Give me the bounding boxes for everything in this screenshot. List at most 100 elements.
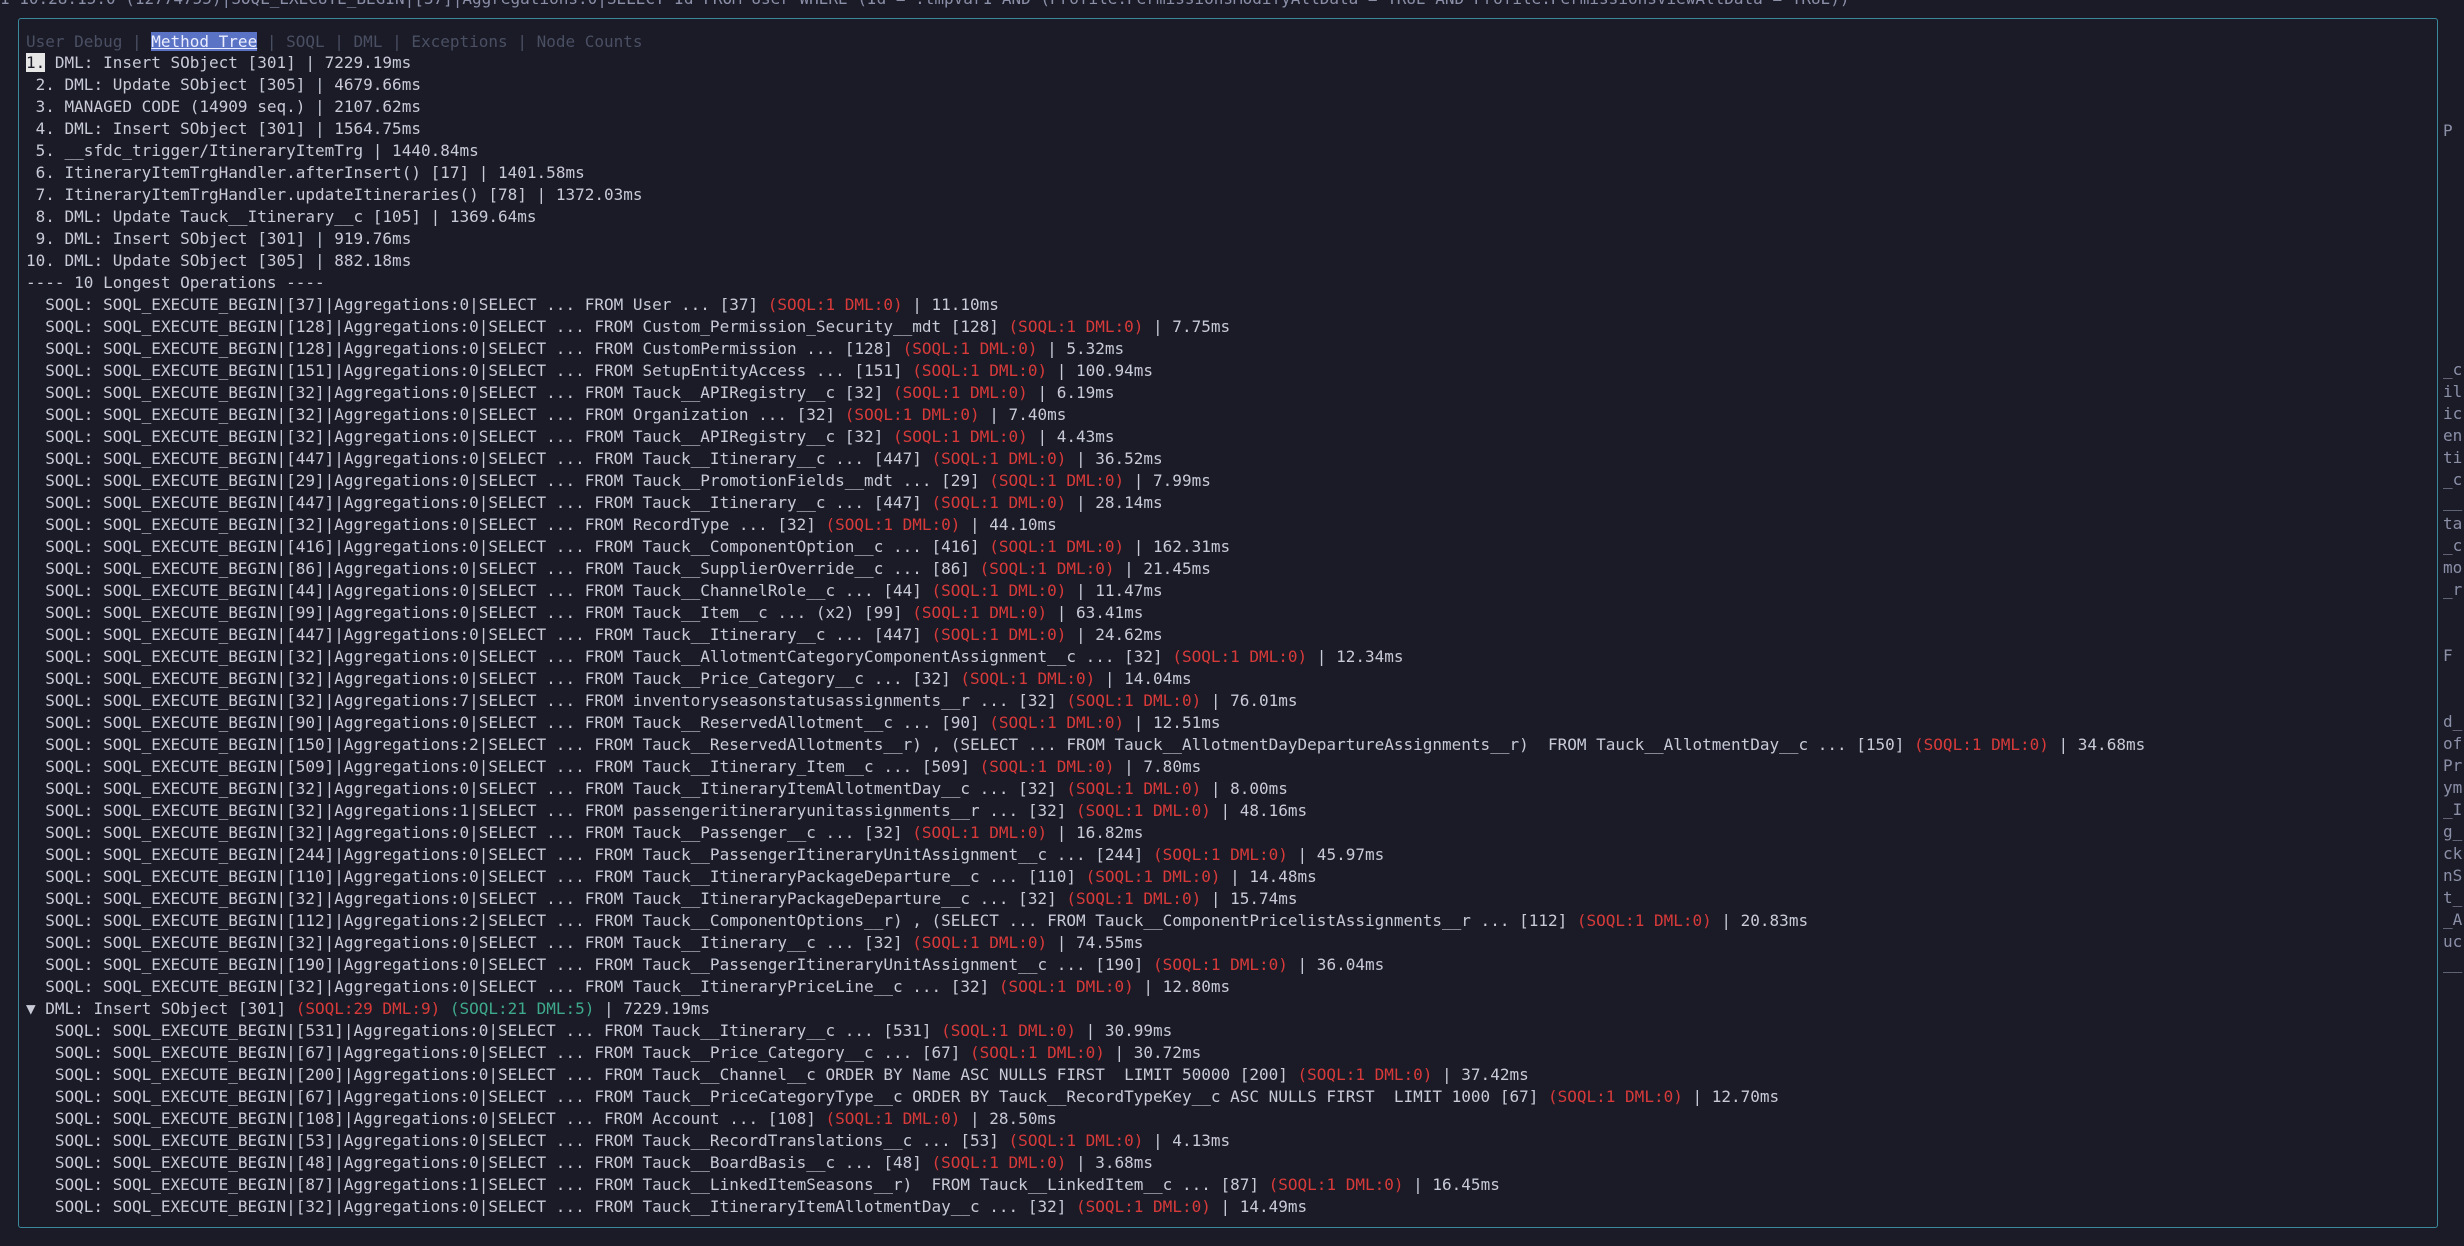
soql-line[interactable]: SOQL: SOQL_EXECUTE_BEGIN|[447]|Aggregati… xyxy=(26,624,2406,646)
soql-line[interactable]: SOQL: SOQL_EXECUTE_BEGIN|[32]|Aggregatio… xyxy=(26,382,2406,404)
child-soql-line[interactable]: SOQL: SOQL_EXECUTE_BEGIN|[87]|Aggregatio… xyxy=(26,1174,2406,1196)
tab-separator: | xyxy=(122,32,152,51)
soql-line[interactable]: SOQL: SOQL_EXECUTE_BEGIN|[32]|Aggregatio… xyxy=(26,426,2406,448)
longest-operation-item[interactable]: 8. DML: Update Tauck__Itinerary__c [105]… xyxy=(26,206,2406,228)
operation-label: DML: Update SObject [305] | 882.18ms xyxy=(54,251,412,270)
tab-user-debug[interactable]: User Debug xyxy=(26,32,122,51)
soql-query-text: SOQL: SOQL_EXECUTE_BEGIN|[99]|Aggregatio… xyxy=(26,603,913,622)
soql-line[interactable]: SOQL: SOQL_EXECUTE_BEGIN|[447]|Aggregati… xyxy=(26,448,2406,470)
clipped-text-fragment: _c xyxy=(2443,360,2463,379)
soql-query-text: SOQL: SOQL_EXECUTE_BEGIN|[32]|Aggregatio… xyxy=(26,405,845,424)
soql-line[interactable]: SOQL: SOQL_EXECUTE_BEGIN|[32]|Aggregatio… xyxy=(26,822,2406,844)
child-soql-line[interactable]: SOQL: SOQL_EXECUTE_BEGIN|[32]|Aggregatio… xyxy=(26,1196,2406,1218)
soql-line[interactable]: SOQL: SOQL_EXECUTE_BEGIN|[86]|Aggregatio… xyxy=(26,558,2406,580)
soql-line[interactable]: SOQL: SOQL_EXECUTE_BEGIN|[112]|Aggregati… xyxy=(26,910,2406,932)
soql-line[interactable]: SOQL: SOQL_EXECUTE_BEGIN|[37]|Aggregatio… xyxy=(26,294,2406,316)
soql-count-badge: (SOQL:1 DML:0) xyxy=(1268,1175,1404,1194)
operation-label: DML: Insert SObject [301] | 7229.19ms xyxy=(45,53,412,72)
clipped-text-fragment: mo xyxy=(2443,558,2463,577)
soql-line[interactable]: SOQL: SOQL_EXECUTE_BEGIN|[90]|Aggregatio… xyxy=(26,712,2406,734)
soql-duration: | 45.97ms xyxy=(1287,845,1385,864)
soql-line[interactable]: SOQL: SOQL_EXECUTE_BEGIN|[29]|Aggregatio… xyxy=(26,470,2406,492)
soql-query-text: SOQL: SOQL_EXECUTE_BEGIN|[44]|Aggregatio… xyxy=(26,581,932,600)
longest-operation-item[interactable]: 2. DML: Update SObject [305] | 4679.66ms xyxy=(26,74,2406,96)
operation-number: 3. xyxy=(35,97,55,116)
soql-line[interactable]: SOQL: SOQL_EXECUTE_BEGIN|[128]|Aggregati… xyxy=(26,316,2406,338)
soql-line[interactable]: SOQL: SOQL_EXECUTE_BEGIN|[32]|Aggregatio… xyxy=(26,888,2406,910)
soql-count-badge: (SOQL:1 DML:0) xyxy=(1153,955,1288,974)
child-soql-line[interactable]: SOQL: SOQL_EXECUTE_BEGIN|[531]|Aggregati… xyxy=(26,1020,2406,1042)
tab-node-counts[interactable]: Node Counts xyxy=(537,32,643,51)
child-soql-line[interactable]: SOQL: SOQL_EXECUTE_BEGIN|[67]|Aggregatio… xyxy=(26,1086,2406,1108)
soql-line[interactable]: SOQL: SOQL_EXECUTE_BEGIN|[447]|Aggregati… xyxy=(26,492,2406,514)
soql-count-badge: (SOQL:1 DML:0) xyxy=(1075,801,1211,820)
soql-duration: | 76.01ms xyxy=(1201,691,1298,710)
soql-line[interactable]: SOQL: SOQL_EXECUTE_BEGIN|[128]|Aggregati… xyxy=(26,338,2406,360)
soql-query-text: SOQL: SOQL_EXECUTE_BEGIN|[86]|Aggregatio… xyxy=(26,559,980,578)
clipped-text-fragment: il xyxy=(2443,382,2463,401)
longest-operation-item[interactable]: 10. DML: Update SObject [305] | 882.18ms xyxy=(26,250,2406,272)
soql-line[interactable]: SOQL: SOQL_EXECUTE_BEGIN|[32]|Aggregatio… xyxy=(26,976,2406,998)
soql-query-text: SOQL: SOQL_EXECUTE_BEGIN|[447]|Aggregati… xyxy=(26,493,932,512)
child-soql-line[interactable]: SOQL: SOQL_EXECUTE_BEGIN|[48]|Aggregatio… xyxy=(26,1152,2406,1174)
soql-line[interactable]: SOQL: SOQL_EXECUTE_BEGIN|[416]|Aggregati… xyxy=(26,536,2406,558)
operation-number: 8. xyxy=(35,207,55,226)
longest-operation-item[interactable]: 3. MANAGED CODE (14909 seq.) | 2107.62ms xyxy=(26,96,2406,118)
soql-count-badge: (SOQL:1 DML:0) xyxy=(989,537,1125,556)
clipped-text-fragment: d_ xyxy=(2443,712,2463,731)
soql-line[interactable]: SOQL: SOQL_EXECUTE_BEGIN|[190]|Aggregati… xyxy=(26,954,2406,976)
operation-indent xyxy=(26,185,36,204)
tab-exceptions[interactable]: Exceptions xyxy=(411,32,507,51)
soql-line[interactable]: SOQL: SOQL_EXECUTE_BEGIN|[99]|Aggregatio… xyxy=(26,602,2406,624)
child-soql-line[interactable]: SOQL: SOQL_EXECUTE_BEGIN|[67]|Aggregatio… xyxy=(26,1042,2406,1064)
soql-query-text: SOQL: SOQL_EXECUTE_BEGIN|[53]|Aggregatio… xyxy=(26,1131,1009,1150)
soql-duration: | 21.45ms xyxy=(1114,559,1211,578)
soql-count-badge: (SOQL:1 DML:0) xyxy=(892,427,1028,446)
longest-operation-item[interactable]: 1. DML: Insert SObject [301] | 7229.19ms xyxy=(26,52,2406,74)
soql-duration: | 14.04ms xyxy=(1095,669,1192,688)
soql-line[interactable]: SOQL: SOQL_EXECUTE_BEGIN|[32]|Aggregatio… xyxy=(26,646,2406,668)
soql-line[interactable]: SOQL: SOQL_EXECUTE_BEGIN|[509]|Aggregati… xyxy=(26,756,2406,778)
child-soql-line[interactable]: SOQL: SOQL_EXECUTE_BEGIN|[53]|Aggregatio… xyxy=(26,1130,2406,1152)
expand-arrow-icon[interactable]: ▼ xyxy=(26,999,36,1018)
child-soql-line[interactable]: SOQL: SOQL_EXECUTE_BEGIN|[108]|Aggregati… xyxy=(26,1108,2406,1130)
soql-line[interactable]: SOQL: SOQL_EXECUTE_BEGIN|[244]|Aggregati… xyxy=(26,844,2406,866)
operation-indent xyxy=(26,119,36,138)
soql-duration: | 28.14ms xyxy=(1066,493,1163,512)
soql-count-badge: (SOQL:1 DML:0) xyxy=(931,581,1067,600)
soql-count-badge: (SOQL:1 DML:0) xyxy=(979,559,1115,578)
soql-query-text: SOQL: SOQL_EXECUTE_BEGIN|[416]|Aggregati… xyxy=(26,537,990,556)
longest-operation-item[interactable]: 9. DML: Insert SObject [301] | 919.76ms xyxy=(26,228,2406,250)
soql-count-badge: (SOQL:1 DML:0) xyxy=(1576,911,1712,930)
tab-method-tree[interactable]: Method Tree xyxy=(151,32,258,51)
longest-operation-item[interactable]: 7. ItineraryItemTrgHandler.updateItinera… xyxy=(26,184,2406,206)
soql-duration: | 8.00ms xyxy=(1201,779,1288,798)
soql-line[interactable]: SOQL: SOQL_EXECUTE_BEGIN|[32]|Aggregatio… xyxy=(26,404,2406,426)
child-soql-line[interactable]: SOQL: SOQL_EXECUTE_BEGIN|[200]|Aggregati… xyxy=(26,1064,2406,1086)
operation-number: 7. xyxy=(35,185,55,204)
tab-dml[interactable]: DML xyxy=(354,32,383,51)
soql-line[interactable]: SOQL: SOQL_EXECUTE_BEGIN|[32]|Aggregatio… xyxy=(26,514,2406,536)
soql-line[interactable]: SOQL: SOQL_EXECUTE_BEGIN|[110]|Aggregati… xyxy=(26,866,2406,888)
soql-line[interactable]: SOQL: SOQL_EXECUTE_BEGIN|[32]|Aggregatio… xyxy=(26,932,2406,954)
soql-line[interactable]: SOQL: SOQL_EXECUTE_BEGIN|[32]|Aggregatio… xyxy=(26,668,2406,690)
tab-separator: | xyxy=(507,32,537,51)
longest-operation-item[interactable]: 4. DML: Insert SObject [301] | 1564.75ms xyxy=(26,118,2406,140)
method-tree-view[interactable]: 1. DML: Insert SObject [301] | 7229.19ms… xyxy=(26,52,2406,1218)
soql-duration: | 4.13ms xyxy=(1143,1131,1231,1150)
soql-line[interactable]: SOQL: SOQL_EXECUTE_BEGIN|[151]|Aggregati… xyxy=(26,360,2406,382)
soql-query-text: SOQL: SOQL_EXECUTE_BEGIN|[32]|Aggregatio… xyxy=(26,1197,1076,1216)
soql-query-text: SOQL: SOQL_EXECUTE_BEGIN|[110]|Aggregati… xyxy=(26,867,1086,886)
longest-operation-item[interactable]: 5. __sfdc_trigger/ItineraryItemTrg | 144… xyxy=(26,140,2406,162)
soql-line[interactable]: SOQL: SOQL_EXECUTE_BEGIN|[150]|Aggregati… xyxy=(26,734,2406,756)
soql-line[interactable]: SOQL: SOQL_EXECUTE_BEGIN|[44]|Aggregatio… xyxy=(26,580,2406,602)
soql-duration: | 30.72ms xyxy=(1104,1043,1202,1062)
soql-query-text: SOQL: SOQL_EXECUTE_BEGIN|[128]|Aggregati… xyxy=(26,339,903,358)
soql-line[interactable]: SOQL: SOQL_EXECUTE_BEGIN|[32]|Aggregatio… xyxy=(26,800,2406,822)
longest-operation-item[interactable]: 6. ItineraryItemTrgHandler.afterInsert()… xyxy=(26,162,2406,184)
soql-count-badge: (SOQL:1 DML:0) xyxy=(825,515,961,534)
tree-node-dml-insert[interactable]: ▼ DML: Insert SObject [301] (SOQL:29 DML… xyxy=(26,998,2406,1020)
soql-line[interactable]: SOQL: SOQL_EXECUTE_BEGIN|[32]|Aggregatio… xyxy=(26,778,2406,800)
soql-line[interactable]: SOQL: SOQL_EXECUTE_BEGIN|[32]|Aggregatio… xyxy=(26,690,2406,712)
tab-soql[interactable]: SOQL xyxy=(286,32,325,51)
